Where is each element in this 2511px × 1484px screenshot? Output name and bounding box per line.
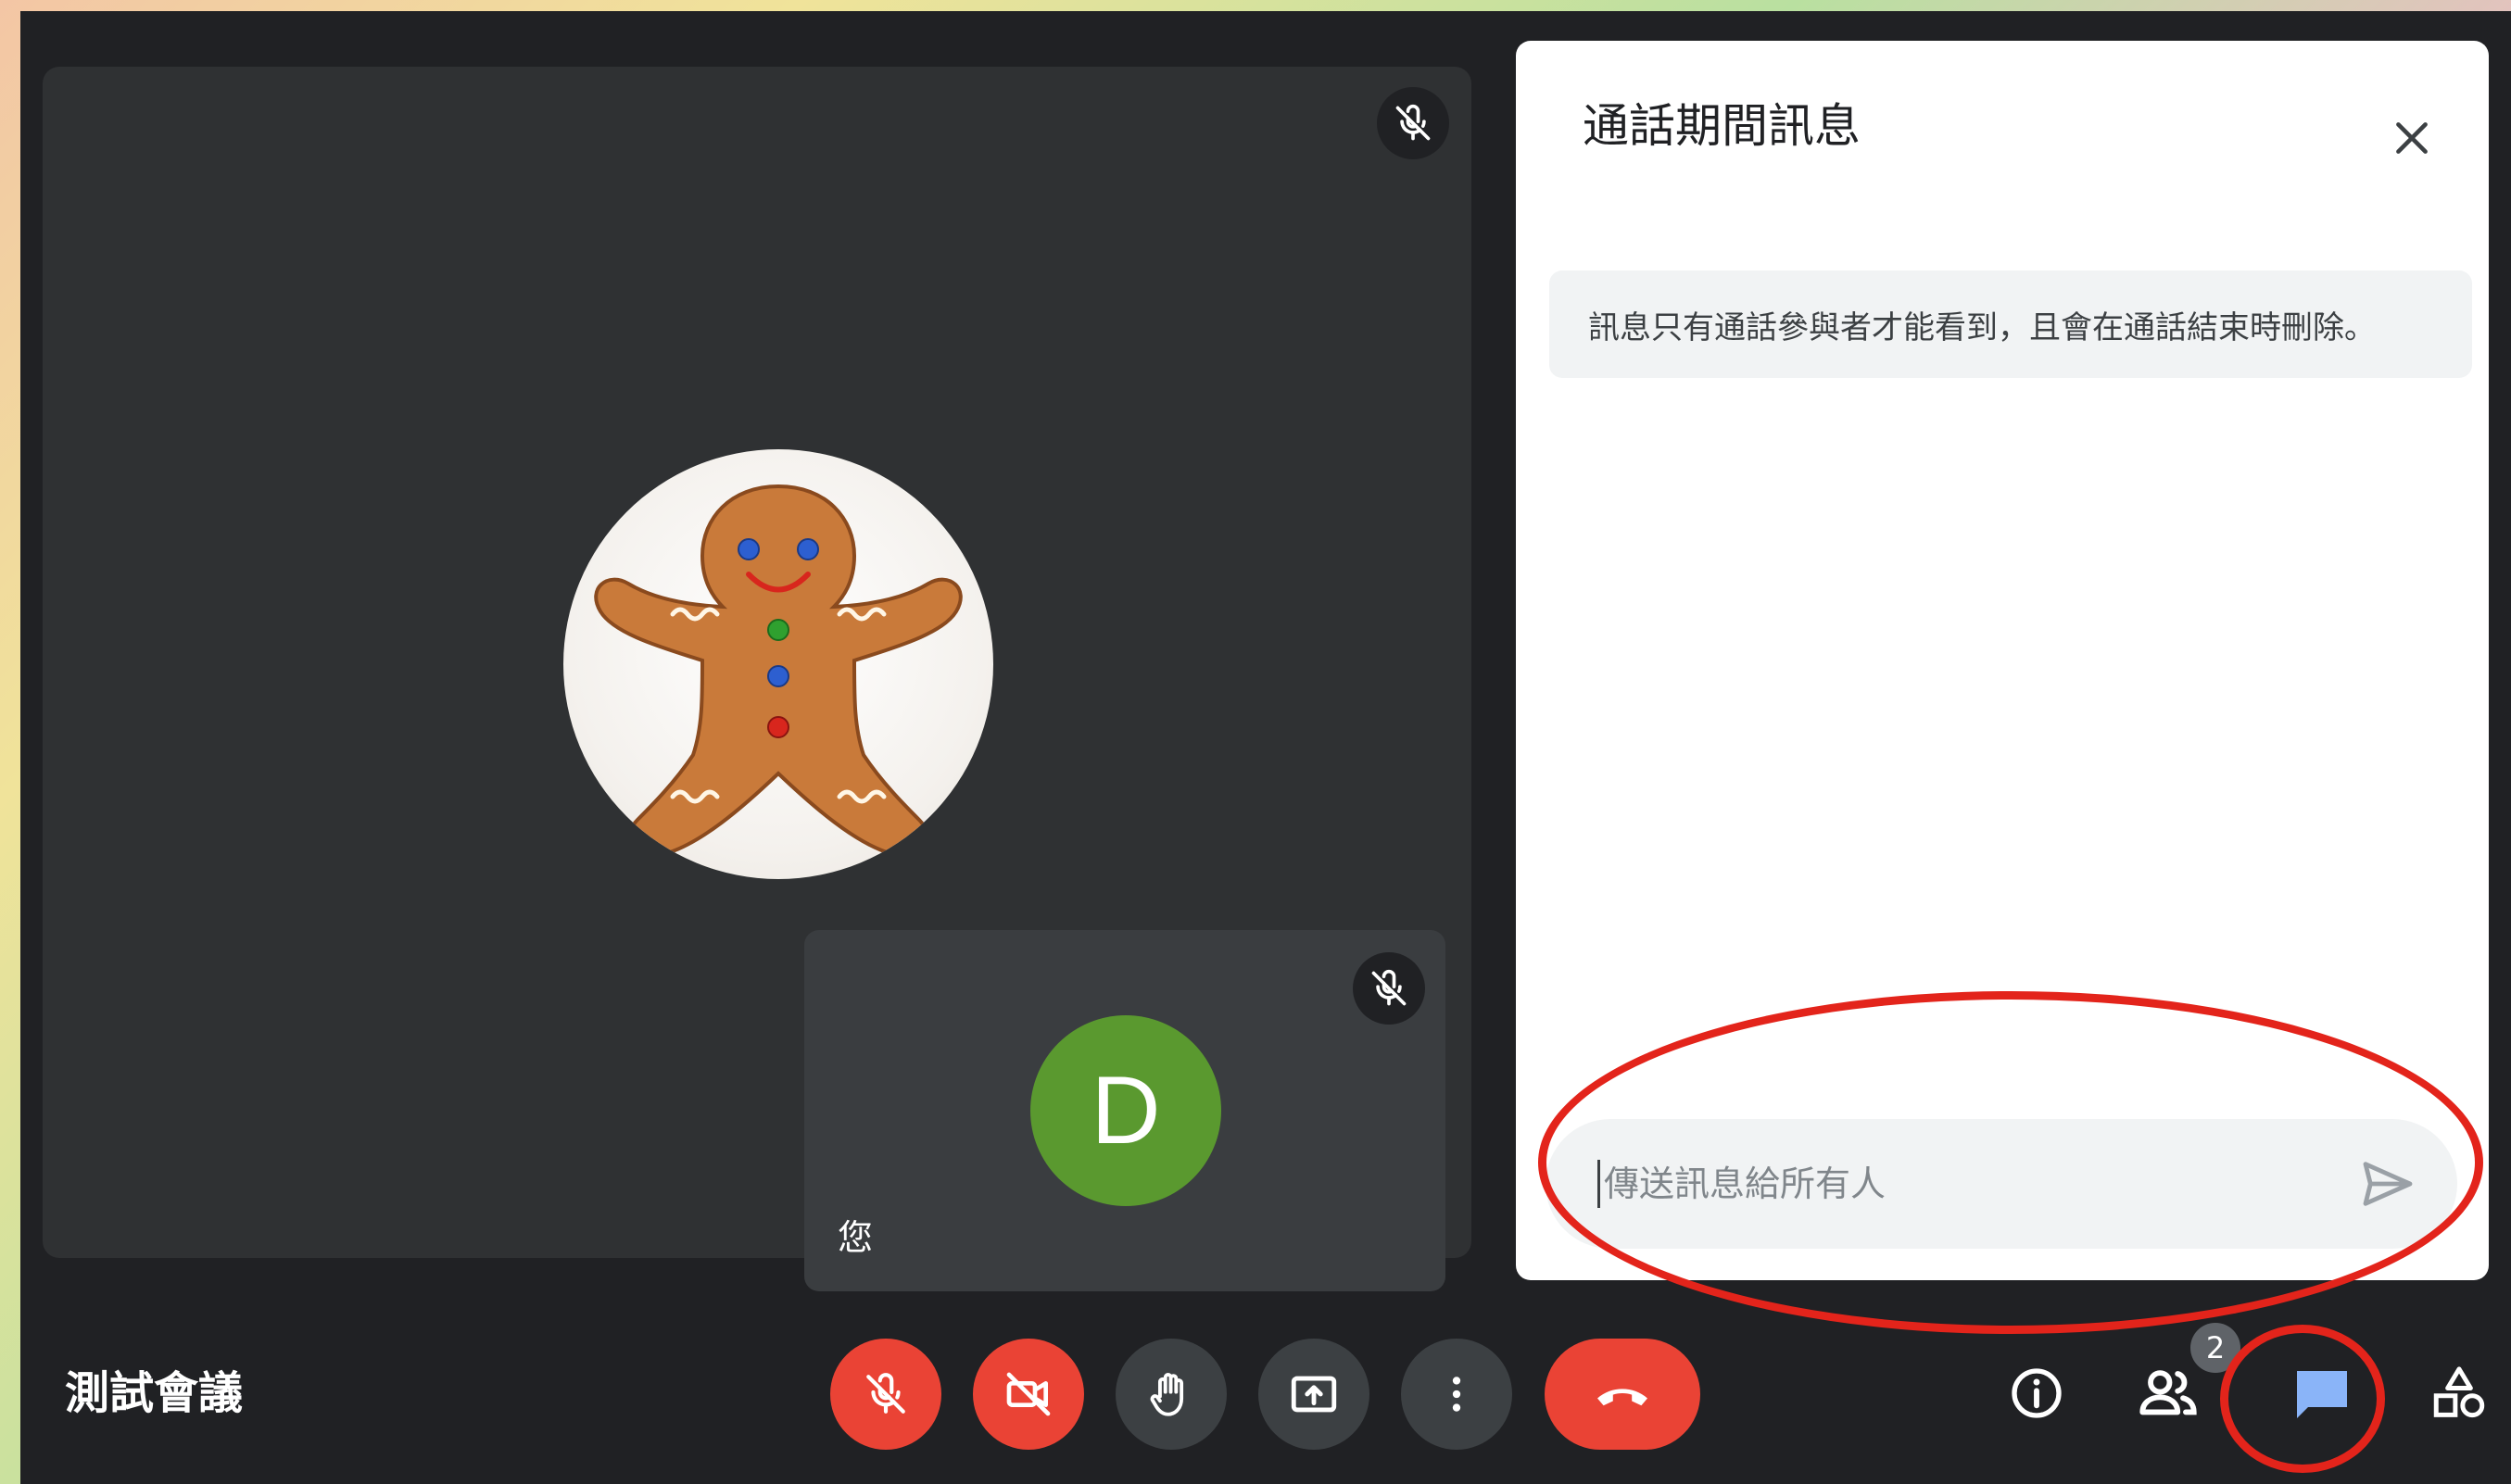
gingerbread-man-image bbox=[594, 484, 963, 857]
remote-mic-off-indicator bbox=[1377, 87, 1449, 159]
raise-hand-button[interactable] bbox=[1116, 1339, 1227, 1450]
leave-call-button[interactable] bbox=[1545, 1339, 1700, 1450]
send-icon bbox=[2363, 1162, 2413, 1206]
mic-toggle-button[interactable] bbox=[830, 1339, 941, 1450]
activities-icon bbox=[2433, 1366, 2485, 1418]
call-end-icon bbox=[1597, 1389, 1647, 1406]
more-vert-icon bbox=[1452, 1377, 1461, 1412]
self-avatar: D bbox=[1030, 1015, 1221, 1206]
activities-button[interactable] bbox=[2413, 1347, 2505, 1440]
self-video-tile: D 您 bbox=[804, 930, 1445, 1291]
more-options-button[interactable] bbox=[1401, 1339, 1512, 1450]
chat-panel-title: 通話期間訊息 bbox=[1583, 99, 1861, 153]
close-icon bbox=[2396, 122, 2428, 154]
mic-off-icon bbox=[1395, 104, 1431, 141]
info-icon bbox=[2012, 1368, 2062, 1418]
camera-toggle-button[interactable] bbox=[973, 1339, 1084, 1450]
videocam-off-icon bbox=[1006, 1372, 1051, 1416]
mic-off-icon bbox=[866, 1373, 905, 1414]
chat-notice-text: 訊息只有通話參與者才能看到，且會在通話結束時刪除。 bbox=[1588, 308, 2376, 346]
meet-window: D 您 通話期間訊息 訊息只有通話參與者才能看到，且會在通話結束時刪除。 測試會… bbox=[20, 11, 2511, 1484]
raise-hand-icon bbox=[1150, 1373, 1184, 1416]
self-name-label: 您 bbox=[838, 1217, 874, 1258]
mic-off-icon bbox=[1371, 969, 1407, 1006]
self-mic-off-indicator bbox=[1353, 952, 1425, 1025]
send-message-button[interactable] bbox=[2348, 1144, 2428, 1224]
chat-message-input[interactable] bbox=[1597, 1160, 2348, 1208]
people-count-badge: 2 bbox=[2190, 1323, 2240, 1373]
meeting-details-button[interactable] bbox=[1990, 1347, 2083, 1440]
chat-compose-box bbox=[1546, 1119, 2457, 1249]
main-video-tile: D 您 bbox=[43, 67, 1471, 1291]
people-icon bbox=[2139, 1370, 2197, 1415]
remote-participant-avatar bbox=[563, 449, 993, 879]
chat-panel: 通話期間訊息 訊息只有通話參與者才能看到，且會在通話結束時刪除。 bbox=[1516, 41, 2489, 1280]
present-screen-button[interactable] bbox=[1258, 1339, 1369, 1450]
present-screen-icon bbox=[1291, 1376, 1337, 1413]
chat-icon bbox=[2297, 1371, 2347, 1418]
close-chat-button[interactable] bbox=[2379, 106, 2444, 170]
chat-privacy-notice: 訊息只有通話參與者才能看到，且會在通話結束時刪除。 bbox=[1549, 270, 2472, 378]
meeting-name: 測試會議 bbox=[65, 1367, 244, 1419]
chat-button[interactable] bbox=[2276, 1347, 2368, 1440]
